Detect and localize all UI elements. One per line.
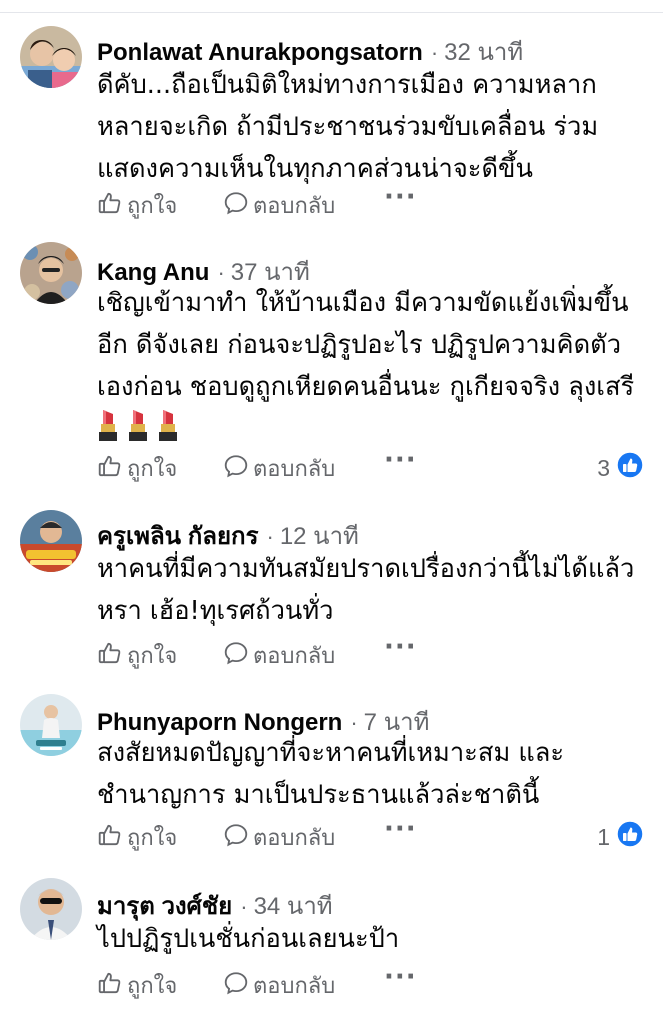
reply-button[interactable]: ตอบกลับ <box>223 188 335 223</box>
more-options-button[interactable]: ··· <box>384 632 417 662</box>
like-label: ถูกใจ <box>127 644 178 669</box>
comment-text: ดีคับ...ถือเป็นมิติใหม่ทางการเมือง ความห… <box>97 64 637 190</box>
comment-actions: ถูกใจ ตอบกลับ ··· 1 <box>97 814 644 856</box>
avatar[interactable] <box>20 694 82 756</box>
reaction-number: 1 <box>597 823 610 850</box>
reaction-number: 3 <box>597 454 610 481</box>
avatar[interactable] <box>20 26 82 88</box>
reply-button[interactable]: ตอบกลับ <box>223 451 335 486</box>
like-label: ถูกใจ <box>127 457 178 482</box>
thumbs-up-icon <box>97 453 127 485</box>
comment-line: เชิญเข้ามาทำ ให้บ้านเมือง มีความขัดแย้งเ… <box>97 288 629 318</box>
like-button[interactable]: ถูกใจ <box>97 820 177 855</box>
reply-button[interactable]: ตอบกลับ <box>223 820 335 855</box>
like-button[interactable]: ถูกใจ <box>97 638 177 673</box>
top-divider <box>0 0 663 13</box>
separator-dot: · <box>266 524 274 549</box>
speech-bubble-icon <box>223 453 253 485</box>
reply-label: ตอบกลับ <box>253 826 336 851</box>
more-options-button[interactable]: ··· <box>384 814 417 844</box>
emoji-row <box>97 408 637 448</box>
like-button[interactable]: ถูกใจ <box>97 451 177 486</box>
reply-label: ตอบกลับ <box>253 644 336 669</box>
comment-actions: ถูกใจ ตอบกลับ ··· <box>97 182 637 224</box>
author-name[interactable]: มารุต วงศ์ชัย <box>97 893 232 920</box>
avatar[interactable] <box>20 242 82 304</box>
speech-bubble-icon <box>223 822 253 854</box>
author-name[interactable]: Ponlawat Anurakpongsatorn <box>97 39 423 66</box>
comment-text: เชิญเข้ามาทำ ให้บ้านเมือง มีความขัดแย้งเ… <box>97 282 637 448</box>
reply-button[interactable]: ตอบกลับ <box>223 638 335 673</box>
comment-line: สงสัยหมดปัญญาที่จะหาคนที่เหมาะสม และ <box>97 738 565 768</box>
comment-line: หลายจะเกิด ถ้ามีประชาชนร่วมขับเคลื่อน ร่… <box>97 112 599 142</box>
comment-line: หรา เฮ้อ!ทุเรศถ้วนทั่ว <box>97 596 334 626</box>
more-options-button[interactable]: ··· <box>384 962 417 992</box>
reaction-count[interactable]: 3 <box>597 451 644 485</box>
speech-bubble-icon <box>223 640 253 672</box>
timestamp[interactable]: 32 นาที <box>444 39 523 66</box>
separator-dot: · <box>430 40 439 65</box>
comment-text: หาคนที่มีความทันสมัยปราดเปรื่องกว่านี้ไม… <box>97 548 637 632</box>
comment-actions: ถูกใจ ตอบกลับ ··· 3 <box>97 445 644 487</box>
lipstick-icon <box>97 408 119 455</box>
more-options-button[interactable]: ··· <box>384 445 417 475</box>
reply-label: ตอบกลับ <box>253 194 336 219</box>
speech-bubble-icon <box>223 970 253 1002</box>
more-options-button[interactable]: ··· <box>384 182 417 212</box>
like-reaction-icon <box>616 451 644 485</box>
author-name[interactable]: ครูเพลิน กัลยกร <box>97 523 258 550</box>
timestamp[interactable]: 12 นาที <box>280 523 359 550</box>
lipstick-icon <box>127 408 149 455</box>
thumbs-up-icon <box>97 822 127 854</box>
thumbs-up-icon <box>97 640 127 672</box>
comment-line: ไปปฏิรูปเนชั่นก่อนเลยนะป้า <box>97 924 400 954</box>
comment-actions: ถูกใจ ตอบกลับ ··· <box>97 632 637 674</box>
thumbs-up-icon <box>97 190 127 222</box>
like-reaction-icon <box>616 820 644 854</box>
comment-line: อีก ดีจังเลย ก่อนจะปฏิรูปอะไร ปฏิรูปความ… <box>97 330 622 360</box>
reaction-count[interactable]: 1 <box>597 820 644 854</box>
comment-line: ดีคับ...ถือเป็นมิติใหม่ทางการเมือง ความห… <box>97 70 597 100</box>
reply-button[interactable]: ตอบกลับ <box>223 968 335 1003</box>
like-label: ถูกใจ <box>127 194 178 219</box>
thumbs-up-icon <box>97 970 127 1002</box>
comment-line: ชำนาญการ มาเป็นประธานแล้วล่ะชาตินี้ <box>97 780 540 810</box>
speech-bubble-icon <box>223 190 253 222</box>
lipstick-icon <box>157 408 179 455</box>
comment-text: ไปปฏิรูปเนชั่นก่อนเลยนะป้า <box>97 918 637 960</box>
comment-line: แสดงความเห็นในทุกภาคส่วนน่าจะดีขึ้น <box>97 154 533 184</box>
avatar[interactable] <box>20 510 82 572</box>
comment-text: สงสัยหมดปัญญาที่จะหาคนที่เหมาะสม และ ชำน… <box>97 732 637 816</box>
comment-line: เองก่อน ชอบดูถูกเหียดคนอื่นนะ กูเกียจจริ… <box>97 372 635 402</box>
separator-dot: · <box>240 894 248 919</box>
timestamp[interactable]: 34 นาที <box>254 893 333 920</box>
like-label: ถูกใจ <box>127 826 178 851</box>
like-button[interactable]: ถูกใจ <box>97 188 177 223</box>
like-label: ถูกใจ <box>127 974 178 999</box>
reply-label: ตอบกลับ <box>253 457 336 482</box>
comment-line: หาคนที่มีความทันสมัยปราดเปรื่องกว่านี้ไม… <box>97 554 635 584</box>
avatar[interactable] <box>20 878 82 940</box>
reply-label: ตอบกลับ <box>253 974 336 999</box>
comment-actions: ถูกใจ ตอบกลับ ··· <box>97 962 637 1004</box>
like-button[interactable]: ถูกใจ <box>97 968 177 1003</box>
